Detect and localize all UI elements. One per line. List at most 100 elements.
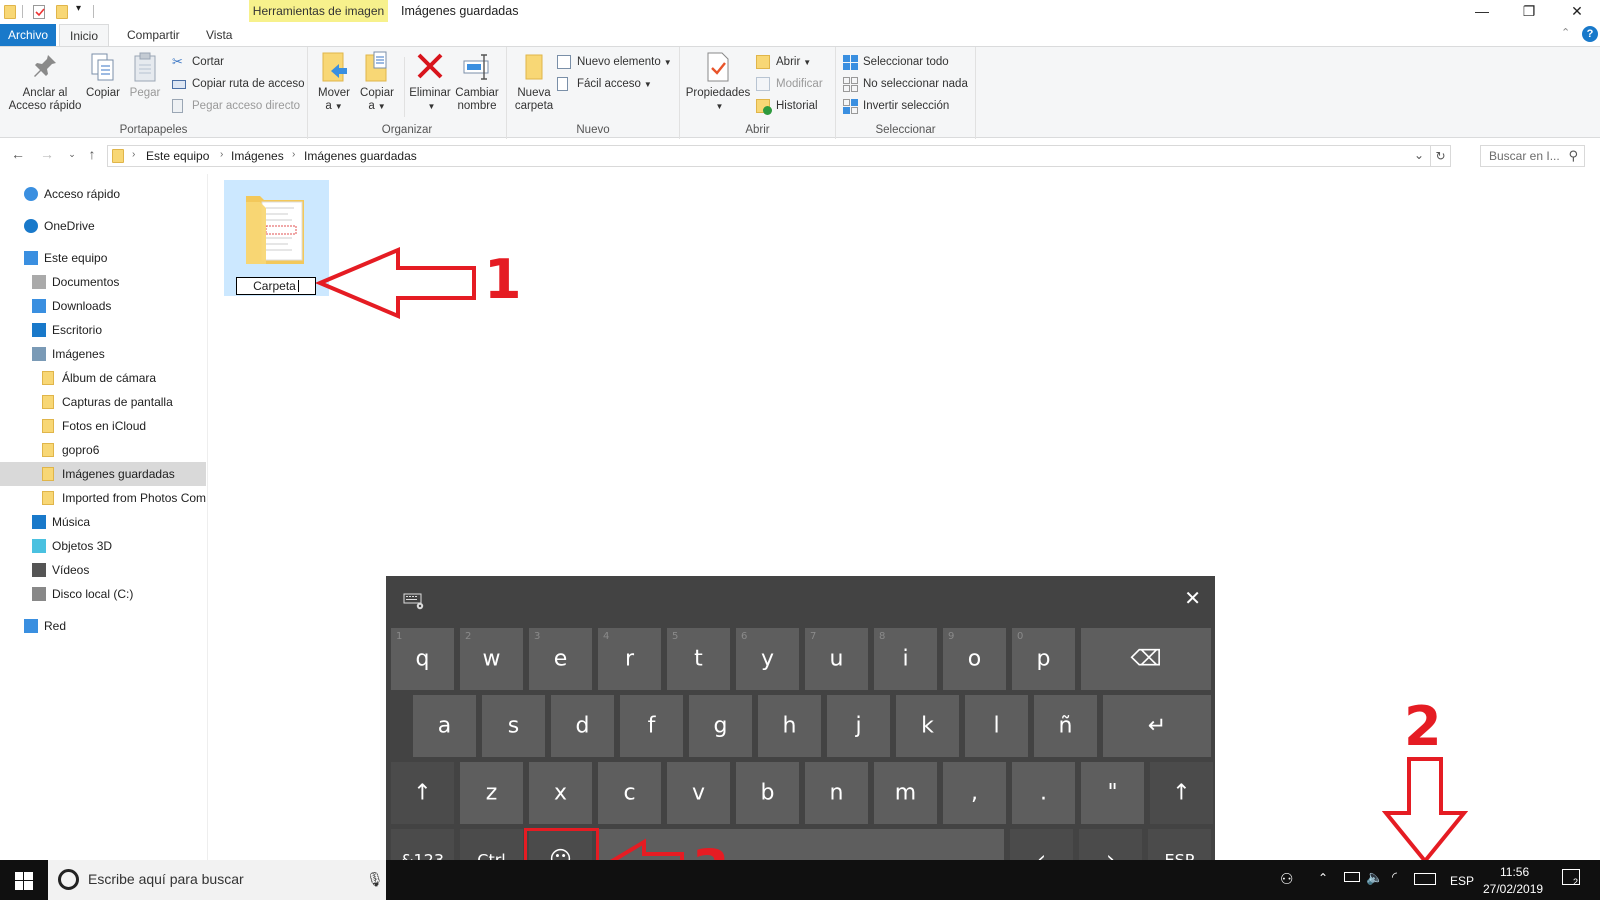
nav-item[interactable]: Fotos en iCloud <box>0 414 206 438</box>
key-char[interactable]: x <box>529 762 592 824</box>
copy-button[interactable]: Copiar <box>85 51 121 100</box>
tab-home[interactable]: Inicio <box>59 24 110 46</box>
key-i[interactable]: 8i <box>874 628 937 690</box>
key-h[interactable]: h <box>758 695 821 757</box>
wifi-icon[interactable]: ◜ <box>1392 869 1397 885</box>
key-backspace[interactable]: ⌫ <box>1081 628 1211 690</box>
nav-item[interactable]: Documentos <box>0 270 206 294</box>
battery-icon[interactable] <box>1344 872 1360 882</box>
customize-quick-access-icon[interactable]: ▾ <box>76 3 81 14</box>
address-dropdown-icon[interactable]: ⌄ <box>1414 148 1424 162</box>
nav-item[interactable]: Vídeos <box>0 558 206 582</box>
key-k[interactable]: k <box>896 695 959 757</box>
key-a[interactable]: a <box>413 695 476 757</box>
refresh-icon[interactable]: ↻ <box>1430 146 1450 166</box>
clock-date[interactable]: 27/02/2019 <box>1483 882 1543 896</box>
search-input[interactable]: Buscar en I... ⚲ <box>1480 145 1585 167</box>
forward-button[interactable]: → <box>38 146 56 162</box>
minimize-button[interactable]: — <box>1459 0 1505 22</box>
nav-item[interactable]: Disco local (C:) <box>0 582 206 606</box>
folder-icon[interactable] <box>4 5 16 19</box>
key-ñ[interactable]: ñ <box>1034 695 1097 757</box>
close-button[interactable]: ✕ <box>1554 0 1600 22</box>
key-enter[interactable]: ↵ <box>1103 695 1211 757</box>
keyboard-close-button[interactable]: ✕ <box>1184 586 1201 611</box>
key-f[interactable]: f <box>620 695 683 757</box>
up-button[interactable]: ↑ <box>83 146 101 162</box>
recent-locations-button[interactable]: ⌄ <box>63 149 81 160</box>
key-w[interactable]: 2w <box>460 628 523 690</box>
nav-item[interactable]: Capturas de pantalla <box>0 390 206 414</box>
key-r[interactable]: 4r <box>598 628 661 690</box>
key-o[interactable]: 9o <box>943 628 1006 690</box>
key-char[interactable]: m <box>874 762 937 824</box>
nav-item[interactable]: Este equipo <box>0 246 206 270</box>
tab-file[interactable]: Archivo <box>0 24 56 46</box>
key-u[interactable]: 7u <box>805 628 868 690</box>
breadcrumb-pictures[interactable]: Imágenes <box>231 149 284 163</box>
microphone-icon[interactable]: 🎙 <box>366 871 384 888</box>
key-s[interactable]: s <box>482 695 545 757</box>
key-t[interactable]: 5t <box>667 628 730 690</box>
breadcrumb-this-pc[interactable]: Este equipo <box>146 149 209 163</box>
delete-button[interactable]: Eliminar ▼ <box>408 51 452 113</box>
key-y[interactable]: 6y <box>736 628 799 690</box>
paste-shortcut-button[interactable]: Pegar acceso directo <box>172 96 300 116</box>
taskbar-search-box[interactable]: Escribe aquí para buscar 🎙 <box>48 860 386 900</box>
nav-item[interactable]: Objetos 3D <box>0 534 206 558</box>
key-char[interactable]: b <box>736 762 799 824</box>
start-button[interactable] <box>15 872 33 893</box>
back-button[interactable]: ← <box>9 146 27 162</box>
tab-share[interactable]: Compartir <box>117 24 190 46</box>
key-char[interactable]: v <box>667 762 730 824</box>
select-all-button[interactable]: Seleccionar todo <box>843 52 949 72</box>
key-g[interactable]: g <box>689 695 752 757</box>
input-language[interactable]: ESP <box>1450 874 1474 888</box>
tab-view[interactable]: Vista <box>196 24 242 46</box>
touch-keyboard-icon[interactable] <box>1414 873 1436 885</box>
address-bar[interactable]: › Este equipo › Imágenes › Imágenes guar… <box>107 145 1451 167</box>
key-char[interactable]: " <box>1081 762 1144 824</box>
collapse-ribbon-icon[interactable]: ⌃ <box>1561 26 1570 39</box>
open-button[interactable]: Abrir ▼ <box>756 52 811 72</box>
nav-item[interactable]: Álbum de cámara <box>0 366 206 390</box>
key-char[interactable]: . <box>1012 762 1075 824</box>
key-char[interactable]: z <box>460 762 523 824</box>
key-d[interactable]: d <box>551 695 614 757</box>
action-center-icon[interactable]: 2 <box>1562 869 1580 887</box>
new-folder-quick-icon[interactable] <box>56 5 68 19</box>
key-char[interactable]: n <box>805 762 868 824</box>
key-e[interactable]: 3e <box>529 628 592 690</box>
nav-item[interactable]: Acceso rápido <box>0 182 206 206</box>
nav-item[interactable]: Música <box>0 510 206 534</box>
copy-path-button[interactable]: Copiar ruta de acceso <box>172 74 305 94</box>
keyboard-settings-icon[interactable] <box>403 593 424 610</box>
paste-button[interactable]: Pegar <box>127 51 163 100</box>
properties-quick-icon[interactable] <box>33 5 45 19</box>
nav-item[interactable]: Downloads <box>0 294 206 318</box>
key-char[interactable]: c <box>598 762 661 824</box>
breadcrumb-saved-pictures[interactable]: Imágenes guardadas <box>304 149 417 163</box>
key-p[interactable]: 0p <box>1012 628 1075 690</box>
key-l[interactable]: l <box>965 695 1028 757</box>
folder-tile[interactable]: Carpeta <box>224 180 329 296</box>
copy-to-button[interactable]: Copiar a ▼ <box>357 51 397 113</box>
volume-icon[interactable]: 🔈 <box>1366 869 1383 886</box>
key-q[interactable]: 1q <box>391 628 454 690</box>
edit-button[interactable]: Modificar <box>756 74 823 94</box>
rename-button[interactable]: Cambiar nombre <box>454 51 500 113</box>
nav-item[interactable]: Imágenes <box>0 342 206 366</box>
key-j[interactable]: j <box>827 695 890 757</box>
select-none-button[interactable]: No seleccionar nada <box>843 74 968 94</box>
key-shift-right[interactable]: ↑ <box>1150 762 1213 824</box>
rename-input[interactable]: Carpeta <box>236 277 316 295</box>
key-char[interactable]: , <box>943 762 1006 824</box>
show-hidden-icons-icon[interactable]: ⌃ <box>1318 871 1328 885</box>
cut-button[interactable]: ✂ Cortar <box>172 52 224 72</box>
move-to-button[interactable]: Mover a ▼ <box>314 51 354 113</box>
nav-item[interactable]: Escritorio <box>0 318 206 342</box>
pin-quick-access-button[interactable]: Anclar al Acceso rápido <box>5 51 85 113</box>
nav-item[interactable]: Red <box>0 614 206 638</box>
maximize-button[interactable]: ❐ <box>1506 0 1552 22</box>
invert-selection-button[interactable]: Invertir selección <box>843 96 949 116</box>
